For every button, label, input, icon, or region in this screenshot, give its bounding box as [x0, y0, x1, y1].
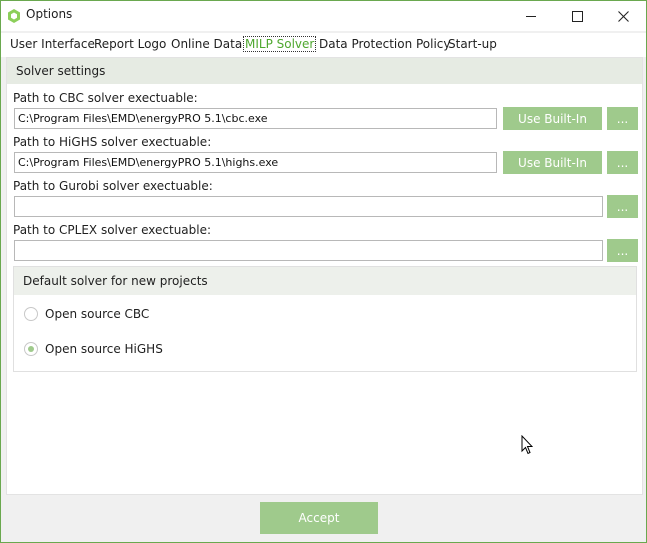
close-button[interactable]: [600, 1, 646, 31]
cbc-browse-button[interactable]: ...: [607, 107, 638, 130]
default-solver-title: Default solver for new projects: [23, 274, 208, 288]
highs-browse-button[interactable]: ...: [607, 151, 638, 174]
window-title: Options: [26, 7, 73, 21]
accept-button[interactable]: Accept: [260, 502, 378, 534]
radio-label-highs: Open source HiGHS: [45, 342, 163, 356]
gurobi-path-label: Path to Gurobi solver exectuable:: [13, 179, 213, 193]
gurobi-browse-button[interactable]: ...: [607, 195, 638, 218]
highs-path-input[interactable]: C:\Program Files\EMD\energyPRO 5.1\highs…: [14, 152, 497, 173]
tab-start-up[interactable]: Start-up: [447, 37, 498, 51]
cplex-browse-button[interactable]: ...: [607, 239, 638, 262]
default-solver-header: Default solver for new projects: [14, 267, 636, 295]
cbc-use-builtin-button[interactable]: Use Built-In: [503, 107, 602, 130]
cbc-path-label: Path to CBC solver exectuable:: [13, 91, 198, 105]
tab-report-logo[interactable]: Report Logo: [93, 37, 167, 51]
tab-milp-solver[interactable]: MILP Solver: [243, 36, 317, 52]
minimize-icon: [526, 15, 536, 17]
tab-user-interface[interactable]: User Interface: [9, 37, 96, 51]
mouse-cursor-icon: [521, 435, 533, 455]
radio-option-highs[interactable]: Open source HiGHS: [24, 340, 163, 358]
tab-data-protection-policy[interactable]: Data Protection Policy: [318, 37, 452, 51]
radio-button-highs[interactable]: [24, 342, 38, 356]
maximize-button[interactable]: [554, 1, 600, 31]
radio-label-cbc: Open source CBC: [45, 307, 150, 321]
cplex-path-label: Path to CPLEX solver exectuable:: [13, 223, 212, 237]
highs-use-builtin-button[interactable]: Use Built-In: [503, 151, 602, 174]
highs-path-label: Path to HiGHS solver exectuable:: [13, 135, 212, 149]
close-icon: [617, 10, 629, 22]
solver-settings-title: Solver settings: [16, 64, 106, 78]
options-window: Options User Interface Report Logo Onlin…: [0, 0, 647, 543]
milp-solver-panel: Solver settings Path to CBC solver exect…: [6, 57, 643, 495]
tab-strip: User Interface Report Logo Online Data M…: [1, 33, 646, 57]
radio-button-cbc[interactable]: [24, 307, 38, 321]
title-bar: Options: [1, 1, 646, 31]
solver-settings-header: Solver settings: [7, 58, 642, 84]
tab-online-data[interactable]: Online Data: [170, 37, 243, 51]
radio-option-cbc[interactable]: Open source CBC: [24, 305, 149, 323]
cplex-path-input[interactable]: [14, 240, 603, 261]
default-solver-group: Default solver for new projects Open sou…: [13, 266, 637, 372]
gurobi-path-input[interactable]: [14, 196, 603, 217]
cbc-path-input[interactable]: C:\Program Files\EMD\energyPRO 5.1\cbc.e…: [14, 108, 497, 129]
app-logo-icon: [8, 9, 20, 23]
maximize-icon: [571, 10, 583, 22]
minimize-button[interactable]: [508, 1, 554, 31]
